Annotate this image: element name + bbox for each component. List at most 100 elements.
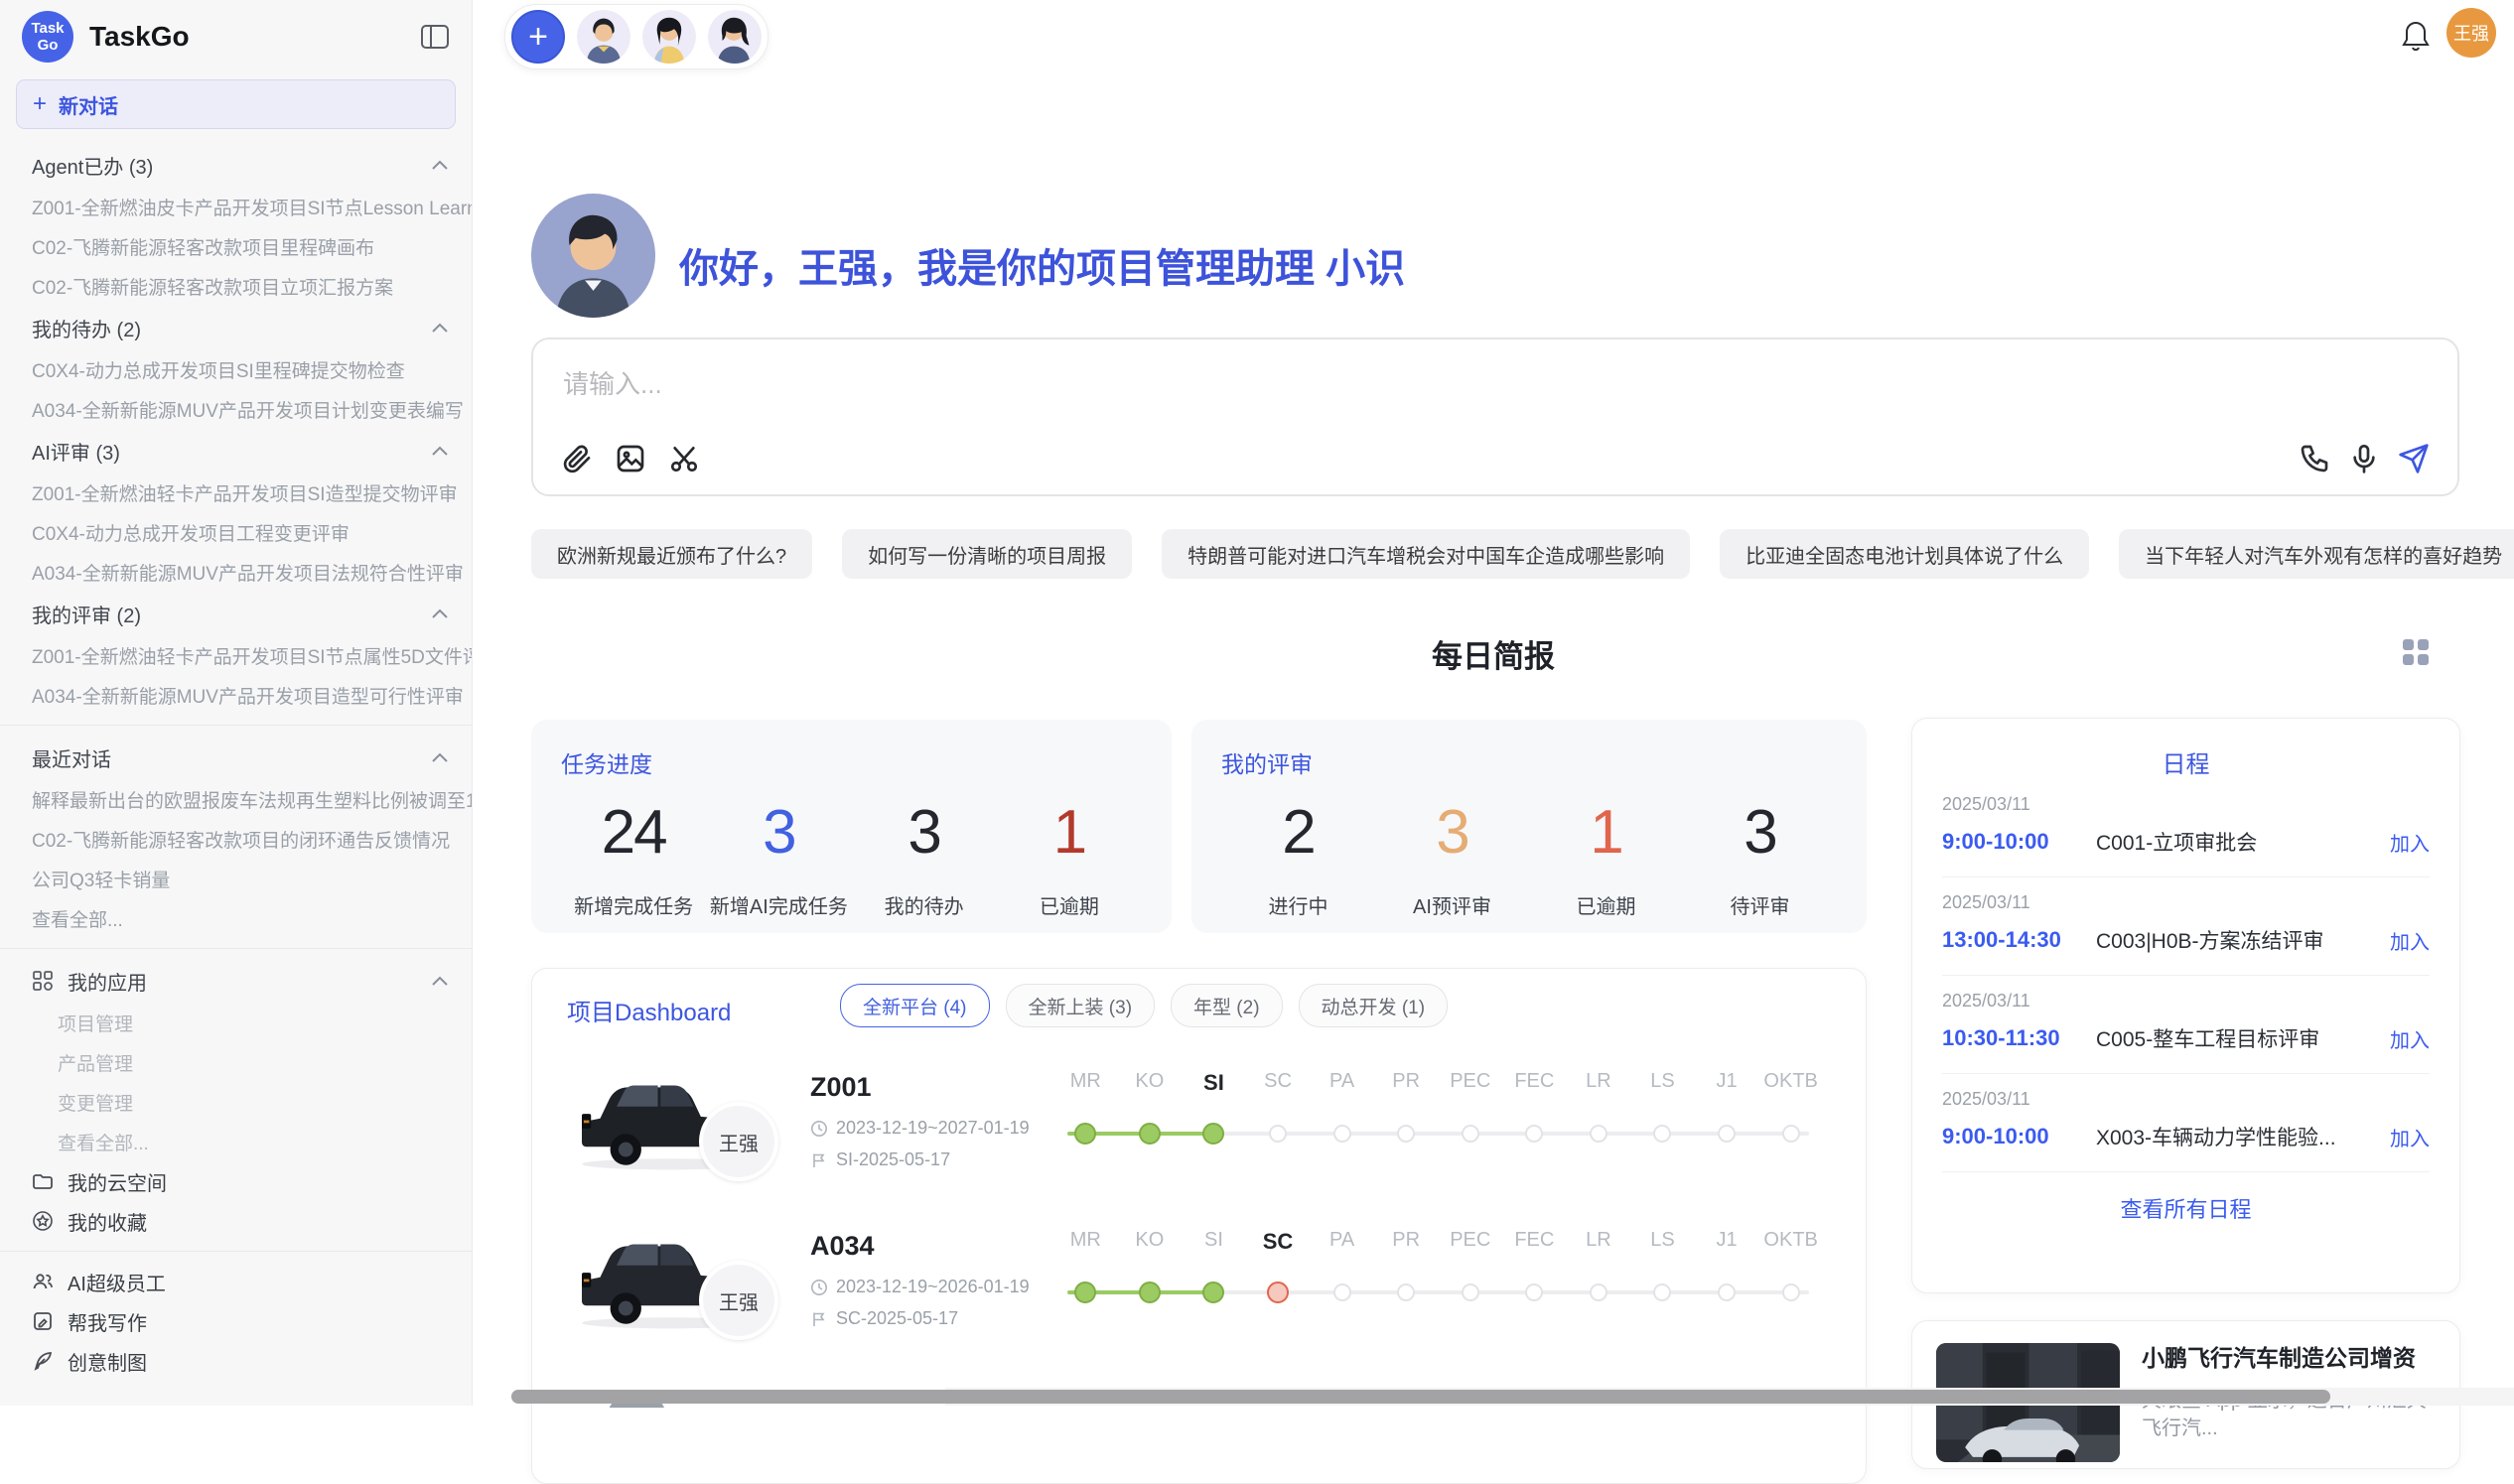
section-my-apps[interactable]: 我的应用 xyxy=(0,959,472,1003)
project-row[interactable]: 王强 Z001 2023-12-19~2027-01-19 SI-2025-05… xyxy=(562,1058,1846,1212)
milestone-dots xyxy=(1053,1122,1823,1146)
owner-badge: 王强 xyxy=(699,1102,778,1181)
app-item-change-mgmt[interactable]: 变更管理 xyxy=(0,1082,472,1122)
avatar-female-icon xyxy=(708,10,762,64)
sidebar-item[interactable]: Z001-全新燃油皮卡产品开发项目SI节点Lesson Learn报告 xyxy=(0,187,472,226)
sidebar-item[interactable]: C0X4-动力总成开发项目SI里程碑提交物检查 xyxy=(0,349,472,389)
stat-value: 1 xyxy=(997,797,1142,869)
write-icon xyxy=(32,1310,54,1332)
join-button[interactable]: 加入 xyxy=(2390,1123,2430,1151)
agent-avatar-2[interactable] xyxy=(642,10,696,64)
stat-label: 进行中 xyxy=(1221,890,1375,919)
project-dates: 2023-12-19~2027-01-19 xyxy=(810,1118,1030,1139)
suggestion-chip[interactable]: 欧洲新规最近颁布了什么? xyxy=(531,529,812,579)
dashboard-filters: 全新平台 (4) 全新上装 (3) 年型 (2) 动总开发 (1) xyxy=(840,984,1448,1027)
join-button[interactable]: 加入 xyxy=(2390,1024,2430,1053)
sidebar-item[interactable]: C02-飞腾新能源轻客改款项目立项汇报方案 xyxy=(0,266,472,306)
project-row[interactable]: 王强 A034 2023-12-19~2026-01-19 SC-2025-05… xyxy=(562,1217,1846,1371)
layout-grid-icon[interactable] xyxy=(2401,637,2431,667)
suggestion-chip[interactable]: 当下年轻人对汽车外观有怎样的喜好趋势 xyxy=(2119,529,2514,579)
sidebar-item[interactable]: A034-全新新能源MUV产品开发项目计划变更表编写 xyxy=(0,389,472,429)
microphone-icon[interactable] xyxy=(2348,443,2380,474)
attachment-icon[interactable] xyxy=(561,443,593,474)
section-title: 最近对话 xyxy=(32,743,111,772)
star-badge-icon xyxy=(32,1210,54,1232)
recent-chat-item[interactable]: 解释最新出台的欧盟报废车法规再生塑料比例被调至15%... xyxy=(0,779,472,819)
sidebar: Task Go TaskGo + 新对话 Agent已办 (3) Z001-全新… xyxy=(0,0,473,1406)
suggestion-chip[interactable]: 比亚迪全固态电池计划具体说了什么 xyxy=(1720,529,2089,579)
milestone-label: PA xyxy=(1310,1070,1374,1096)
stat-ai-prereview: 3AI预评审 xyxy=(1375,797,1529,919)
recent-chat-item[interactable]: 公司Q3轻卡销量 xyxy=(0,859,472,898)
sidebar-item[interactable]: C02-飞腾新能源轻客改款项目里程碑画布 xyxy=(0,226,472,266)
avatar-male-icon xyxy=(577,10,630,64)
section-my-review[interactable]: 我的评审 (2) xyxy=(0,592,472,635)
apps-grid-icon xyxy=(32,970,54,992)
sidebar-item-cloud-space[interactable]: 我的云空间 xyxy=(0,1161,472,1201)
section-ai-review[interactable]: AI评审 (3) xyxy=(0,429,472,472)
filter-powertrain[interactable]: 动总开发 (1) xyxy=(1299,984,1449,1027)
section-my-todo[interactable]: 我的待办 (2) xyxy=(0,306,472,349)
sidebar-item-creative-drawing[interactable]: 创意制图 xyxy=(0,1341,472,1381)
add-agent-button[interactable]: + xyxy=(511,10,565,64)
suggestion-chip[interactable]: 如何写一份清晰的项目周报 xyxy=(842,529,1132,579)
sidebar-item[interactable]: C0X4-动力总成开发项目工程变更评审 xyxy=(0,512,472,552)
milestone-label: MR xyxy=(1053,1229,1118,1255)
milestone-label: LR xyxy=(1567,1229,1631,1255)
schedule-item: 2025/03/11 13:00-14:30 C003|H0B-方案冻结评审 加… xyxy=(1942,877,2430,976)
new-chat-button[interactable]: + 新对话 xyxy=(16,79,456,129)
horizontal-scrollbar-thumb[interactable] xyxy=(511,1390,2330,1404)
sidebar-item[interactable]: A034-全新新能源MUV产品开发项目法规符合性评审 xyxy=(0,552,472,592)
app-item-view-all[interactable]: 查看全部... xyxy=(0,1122,472,1161)
avatar-female-icon xyxy=(642,10,696,64)
milestone-label: PR xyxy=(1374,1229,1439,1255)
agent-avatar-1[interactable] xyxy=(577,10,630,64)
view-all-schedule-link[interactable]: 查看所有日程 xyxy=(1942,1192,2430,1224)
stat-row: 2进行中 3AI预评审 1已逾期 3待评审 xyxy=(1221,797,1837,919)
timeline-dot-row xyxy=(1053,1122,1823,1146)
agent-avatar-3[interactable] xyxy=(708,10,762,64)
stat-value: 3 xyxy=(1683,797,1837,869)
sidebar-collapse-icon[interactable] xyxy=(420,24,450,50)
folder-icon xyxy=(32,1170,54,1192)
suggestion-chip[interactable]: 特朗普可能对进口汽车增税会对中国车企造成哪些影响 xyxy=(1162,529,1690,579)
people-icon xyxy=(32,1271,54,1292)
filter-all-new-platform[interactable]: 全新平台 (4) xyxy=(840,984,990,1027)
filter-model-year[interactable]: 年型 (2) xyxy=(1171,984,1283,1027)
sidebar-item-help-me-write[interactable]: 帮我写作 xyxy=(0,1301,472,1341)
milestone-timeline: MRKOSISCPAPRPECFECLRLSJ1OKTB xyxy=(1053,1229,1823,1304)
sidebar-item[interactable]: A034-全新新能源MUV产品开发项目造型可行性评审 xyxy=(0,675,472,715)
app-item-product-mgmt[interactable]: 产品管理 xyxy=(0,1042,472,1082)
sidebar-item[interactable]: Z001-全新燃油轻卡产品开发项目SI造型提交物评审 xyxy=(0,472,472,512)
recent-chat-item[interactable]: C02-飞腾新能源轻客改款项目的闭环通告反馈情况 xyxy=(0,819,472,859)
send-icon[interactable] xyxy=(2398,443,2430,474)
section-agent-done[interactable]: Agent已办 (3) xyxy=(0,143,472,187)
sidebar-item[interactable]: Z001-全新燃油轻卡产品开发项目SI节点属性5D文件评审 xyxy=(0,635,472,675)
recent-chat-view-all[interactable]: 查看全部... xyxy=(0,898,472,938)
notifications-bell-icon[interactable] xyxy=(2401,20,2431,52)
join-button[interactable]: 加入 xyxy=(2390,828,2430,857)
schedule-item: 2025/03/11 10:30-11:30 C005-整车工程目标评审 加入 xyxy=(1942,976,2430,1074)
stat-pending-review: 3待评审 xyxy=(1683,797,1837,919)
scissors-icon[interactable] xyxy=(668,443,700,474)
milestone-timeline: MRKOSISCPAPRPECFECLRLSJ1OKTB xyxy=(1053,1070,1823,1146)
divider xyxy=(0,1251,472,1252)
input-tools-left xyxy=(561,443,700,474)
news-title: 小鹏飞行汽车制造公司增资 xyxy=(2142,1343,2436,1373)
chat-input[interactable] xyxy=(561,361,2154,407)
sidebar-item-ai-super-staff[interactable]: AI超级员工 xyxy=(0,1262,472,1301)
project-date-range: 2023-12-19~2026-01-19 xyxy=(836,1277,1030,1297)
milestone-label: PR xyxy=(1374,1070,1439,1096)
section-title: AI评审 (3) xyxy=(32,437,120,466)
user-avatar[interactable]: 王强 xyxy=(2446,8,2496,58)
milestone-label: LR xyxy=(1567,1070,1631,1096)
image-icon[interactable] xyxy=(615,443,646,474)
chevron-up-icon xyxy=(432,160,448,170)
app-item-project-mgmt[interactable]: 项目管理 xyxy=(0,1003,472,1042)
sidebar-link-label: AI超级员工 xyxy=(68,1268,166,1296)
join-button[interactable]: 加入 xyxy=(2390,926,2430,955)
sidebar-item-favorites[interactable]: 我的收藏 xyxy=(0,1201,472,1241)
section-recent-chats[interactable]: 最近对话 xyxy=(0,736,472,779)
filter-new-body[interactable]: 全新上装 (3) xyxy=(1006,984,1156,1027)
phone-call-icon[interactable] xyxy=(2299,443,2330,474)
